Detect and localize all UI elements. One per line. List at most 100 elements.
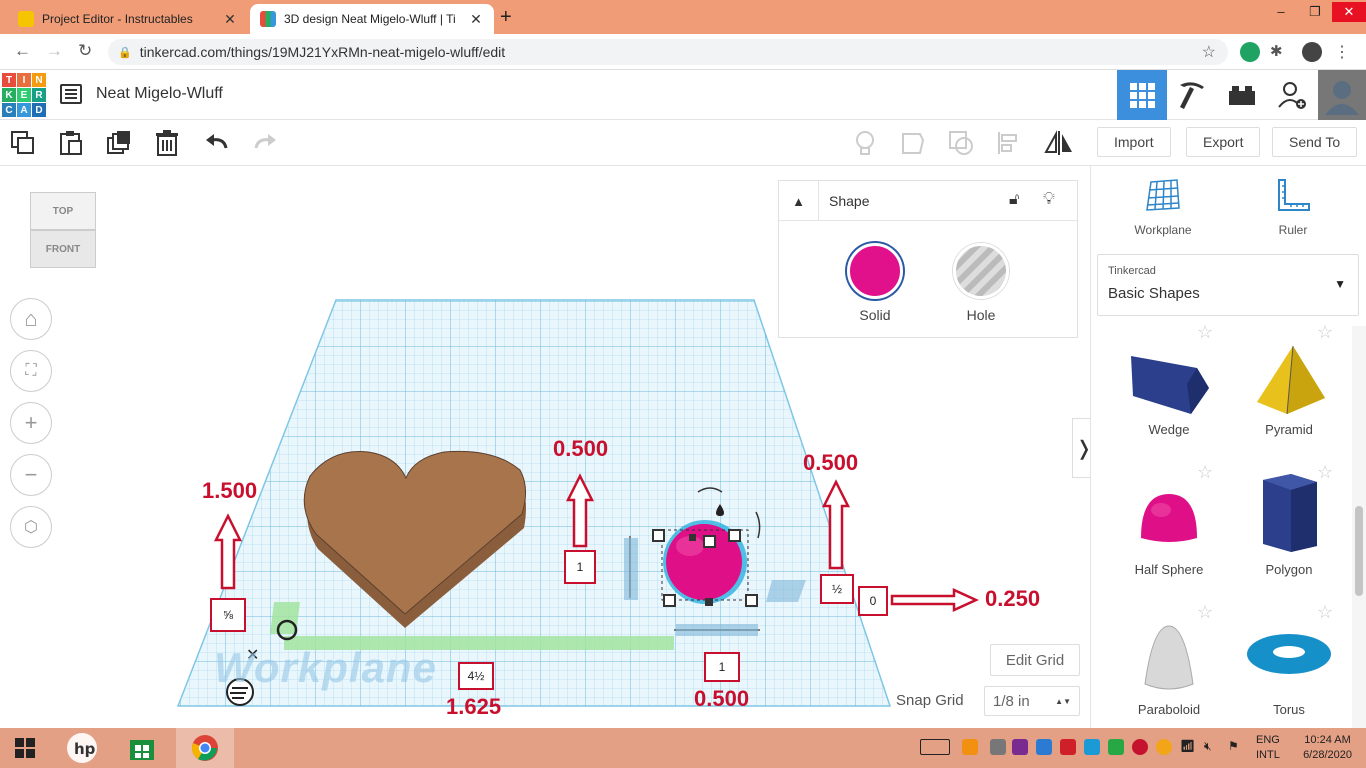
tab-title: Project Editor - Instructables bbox=[42, 12, 193, 26]
elevation-dimension[interactable]: 0 bbox=[858, 586, 888, 616]
close-window-icon[interactable]: ✕ bbox=[1332, 2, 1366, 22]
workplane-tool[interactable]: Workplane bbox=[1103, 178, 1223, 237]
usb-icon[interactable] bbox=[990, 739, 1006, 755]
hole-swatch[interactable] bbox=[953, 243, 1009, 299]
heart-height-dimension[interactable]: ⅝ bbox=[210, 598, 246, 632]
url-input[interactable]: 🔒 tinkercad.com/things/19MJ21YxRMn-neat-… bbox=[108, 39, 1228, 65]
sphere-height-dimension[interactable]: 1 bbox=[564, 550, 596, 584]
close-tab-icon[interactable]: ✕ bbox=[468, 11, 484, 28]
undo-icon[interactable] bbox=[204, 130, 230, 156]
solid-color-swatch[interactable] bbox=[847, 243, 903, 299]
restore-icon[interactable]: ❐ bbox=[1298, 2, 1332, 22]
new-tab-button[interactable]: + bbox=[500, 6, 512, 29]
shapes-sidebar: Workplane Ruler Tinkercad Basic Shapes ▼… bbox=[1090, 166, 1366, 728]
flag-icon[interactable]: ⚑ bbox=[1228, 739, 1244, 755]
minimize-icon[interactable]: – bbox=[1264, 2, 1298, 22]
system-clock[interactable]: 10:24 AM 6/28/2020 bbox=[1303, 733, 1352, 763]
store-app-button[interactable] bbox=[120, 728, 164, 768]
shape-polygon[interactable]: Polygon bbox=[1229, 472, 1349, 588]
chrome-app-button[interactable] bbox=[176, 728, 234, 768]
grammarly-extension-icon[interactable] bbox=[1240, 42, 1260, 62]
light-bulb-icon[interactable]: 💡︎ bbox=[1043, 189, 1055, 209]
quick-heal-icon[interactable] bbox=[1060, 739, 1076, 755]
window-controls: – ❐ ✕ bbox=[1264, 2, 1366, 22]
collapse-panel-button[interactable]: ▲ bbox=[779, 181, 819, 221]
profile-avatar-icon[interactable] bbox=[1302, 42, 1322, 62]
shape-torus[interactable]: Torus bbox=[1229, 622, 1349, 728]
wifi-icon[interactable]: 📶︎ bbox=[1180, 739, 1196, 755]
sidebar-scrollbar[interactable] bbox=[1352, 326, 1366, 728]
note-icon[interactable] bbox=[900, 130, 926, 156]
paste-icon[interactable] bbox=[58, 130, 84, 156]
favorite-star-icon[interactable]: ☆ bbox=[1197, 322, 1213, 343]
onenote-icon[interactable] bbox=[1012, 739, 1028, 755]
tray-app-icon[interactable] bbox=[962, 739, 978, 755]
input-language[interactable]: ENG INTL bbox=[1256, 733, 1280, 763]
shape-library-select[interactable]: Tinkercad Basic Shapes ▼ bbox=[1097, 254, 1359, 316]
paraboloid-shape-icon bbox=[1144, 625, 1194, 690]
reload-icon[interactable]: ↻ bbox=[78, 41, 92, 61]
forward-icon[interactable]: → bbox=[46, 41, 63, 61]
close-tab-icon[interactable]: ✕ bbox=[222, 11, 238, 28]
shape-half-sphere[interactable]: Half Sphere bbox=[1109, 488, 1229, 588]
3d-workspace[interactable]: TOP FRONT ⌂ ⛶ + − ⬡ ✕ Workplane ▲ Shape … bbox=[0, 166, 1090, 728]
user-avatar[interactable] bbox=[1318, 70, 1366, 120]
export-button[interactable]: Export bbox=[1186, 127, 1261, 157]
lock-icon: 🔒 bbox=[118, 46, 132, 59]
sphere-width-dimension[interactable]: 1 bbox=[704, 652, 740, 682]
keyboard-icon[interactable] bbox=[920, 739, 950, 755]
tray-app-icon[interactable] bbox=[1084, 739, 1100, 755]
instructables-favicon-icon bbox=[18, 11, 34, 27]
minecraft-view-button[interactable] bbox=[1167, 70, 1217, 120]
3d-view-button[interactable] bbox=[1117, 70, 1167, 120]
snowflake-icon[interactable] bbox=[1036, 739, 1052, 755]
extensions-puzzle-icon[interactable]: ✱ bbox=[1270, 42, 1290, 62]
lock-icon[interactable]: 🔓︎ bbox=[1009, 191, 1019, 209]
scrollbar-thumb[interactable] bbox=[1355, 506, 1363, 596]
shape-pyramid[interactable]: Pyramid bbox=[1229, 345, 1349, 446]
tab-tinkercad[interactable]: 3D design Neat Migelo-Wluff | Ti ✕ bbox=[250, 4, 494, 34]
bricks-view-button[interactable] bbox=[1217, 70, 1267, 120]
annotation-elevation: 0.250 bbox=[985, 586, 1041, 611]
library-source: Tinkercad bbox=[1108, 265, 1156, 277]
bookmark-star-icon[interactable]: ☆ bbox=[1202, 42, 1216, 62]
send-to-button[interactable]: Send To bbox=[1272, 127, 1358, 157]
tray-app-icon[interactable] bbox=[1132, 739, 1148, 755]
edit-grid-button[interactable]: Edit Grid bbox=[990, 644, 1080, 676]
delete-icon[interactable] bbox=[154, 130, 180, 156]
store-bag-icon bbox=[130, 740, 154, 760]
tinkercad-logo[interactable]: T I N K E R C A D bbox=[2, 73, 46, 117]
favorite-star-icon[interactable]: ☆ bbox=[1197, 602, 1213, 623]
shape-paraboloid[interactable]: Paraboloid bbox=[1109, 622, 1229, 728]
import-button[interactable]: Import bbox=[1097, 127, 1171, 157]
group-icon[interactable] bbox=[948, 130, 974, 156]
browser-menu-icon[interactable]: ⋮ bbox=[1334, 42, 1354, 62]
redo-icon[interactable] bbox=[252, 130, 278, 156]
favorite-star-icon[interactable]: ☆ bbox=[1317, 322, 1333, 343]
tray-app-icon[interactable] bbox=[1156, 739, 1172, 755]
align-icon[interactable] bbox=[996, 130, 1022, 156]
volume-muted-icon[interactable]: 🔇︎ bbox=[1204, 739, 1220, 755]
sphere-depth-dimension[interactable]: ½ bbox=[820, 574, 854, 604]
workplane-icon bbox=[1146, 179, 1180, 211]
tab-instructables[interactable]: Project Editor - Instructables ✕ bbox=[8, 4, 248, 34]
shape-wedge[interactable]: Wedge bbox=[1109, 346, 1229, 446]
copy-icon[interactable] bbox=[10, 130, 36, 156]
back-icon[interactable]: ← bbox=[14, 41, 31, 61]
tray-app-icon[interactable] bbox=[1108, 739, 1124, 755]
sidebar-collapse-handle[interactable]: ❭ bbox=[1072, 418, 1090, 478]
design-list-icon[interactable] bbox=[60, 84, 82, 104]
hp-app-button[interactable]: hp bbox=[60, 728, 104, 768]
snap-grid-select[interactable]: 1/8 in ▲▼ bbox=[984, 686, 1080, 716]
lightbulb-icon[interactable] bbox=[852, 130, 878, 156]
project-name[interactable]: Neat Migelo-Wluff bbox=[96, 85, 223, 103]
mirror-icon[interactable] bbox=[1044, 130, 1074, 156]
heart-length-dimension[interactable]: 4½ bbox=[458, 662, 494, 690]
ruler-tool[interactable]: Ruler bbox=[1233, 178, 1353, 237]
add-user-button[interactable] bbox=[1267, 70, 1317, 120]
duplicate-icon[interactable] bbox=[106, 130, 132, 156]
start-button[interactable] bbox=[0, 728, 50, 768]
favorite-star-icon[interactable]: ☆ bbox=[1317, 602, 1333, 623]
favorite-star-icon[interactable]: ☆ bbox=[1197, 462, 1213, 483]
shape-label: Paraboloid bbox=[1137, 702, 1201, 717]
